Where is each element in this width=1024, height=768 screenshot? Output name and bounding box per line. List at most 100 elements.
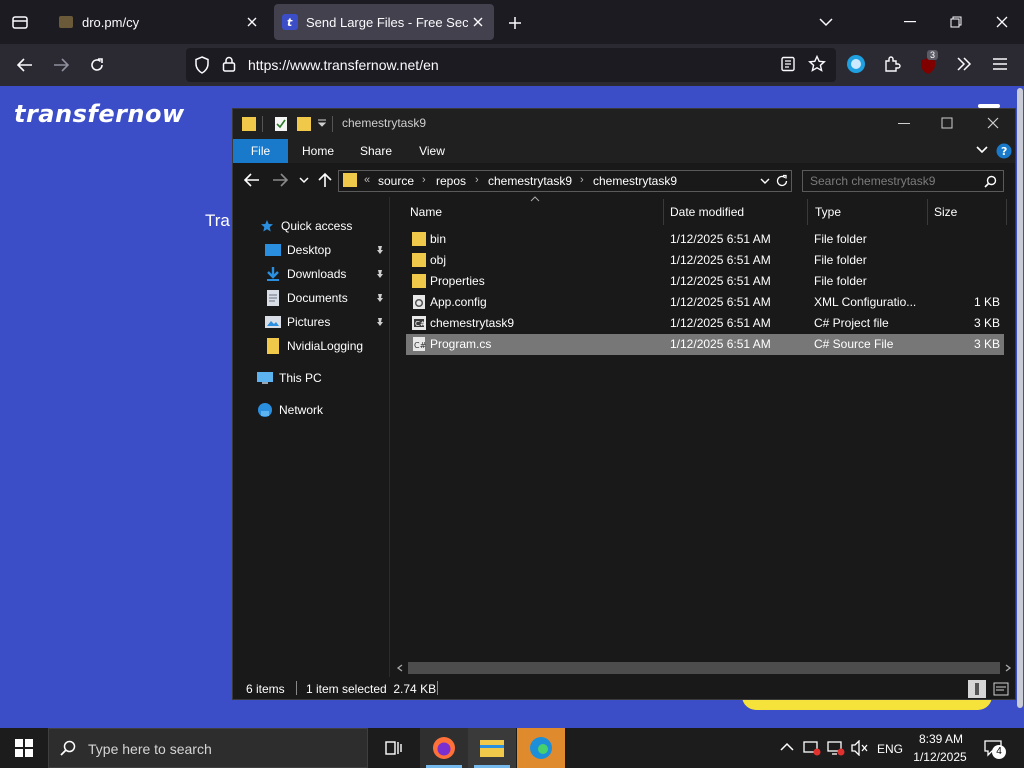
tray-overflow-chevron-icon[interactable]: [780, 742, 794, 752]
nav-desktop[interactable]: Desktop: [233, 239, 390, 261]
page-heading-fragment: Tra: [205, 211, 230, 230]
large-icons-view-button[interactable]: [993, 681, 1009, 697]
reload-button[interactable]: [84, 53, 110, 77]
breadcrumb-separator-icon[interactable]: ›: [580, 174, 584, 186]
tab-close-button[interactable]: [468, 12, 488, 32]
breadcrumb-chemestrytask9-parent[interactable]: chemestrytask9: [488, 174, 572, 188]
taskbar-edge-button[interactable]: [517, 728, 565, 768]
browser-minimize-button[interactable]: [897, 10, 923, 34]
properties-check-icon[interactable]: [274, 116, 288, 132]
back-button[interactable]: [12, 53, 38, 77]
notifications-button[interactable]: 4: [984, 739, 1006, 759]
tab-transfernow[interactable]: t Send Large Files - Free Secure File Tr…: [274, 4, 494, 40]
clock-date[interactable]: 1/12/2025: [906, 750, 974, 764]
list-all-tabs-button[interactable]: [813, 10, 839, 34]
bookmark-star-icon[interactable]: [808, 55, 826, 73]
column-divider[interactable]: [807, 199, 808, 225]
tracking-protection-icon[interactable]: [194, 56, 210, 74]
task-view-button[interactable]: [370, 728, 418, 768]
taskbar-firefox-button[interactable]: [420, 728, 468, 768]
status-divider: [296, 681, 297, 695]
scroll-right-arrow-icon[interactable]: [1004, 664, 1012, 672]
breadcrumb-source[interactable]: source: [378, 174, 414, 188]
file-row-app-config[interactable]: App.config 1/12/2025 6:51 AM XML Configu…: [406, 292, 1004, 313]
recent-locations-chevron-icon[interactable]: [299, 177, 309, 184]
column-divider[interactable]: [927, 199, 928, 225]
breadcrumb-separator-icon[interactable]: ›: [475, 174, 479, 186]
scroll-left-arrow-icon[interactable]: [396, 664, 404, 672]
documents-icon: [265, 290, 281, 306]
file-row-obj[interactable]: obj 1/12/2025 6:51 AM File folder: [406, 250, 1004, 271]
lock-icon[interactable]: [222, 56, 236, 72]
nav-this-pc[interactable]: This PC: [233, 367, 390, 389]
network-status-icon[interactable]: [827, 740, 845, 756]
column-header-date-modified[interactable]: Date modified: [670, 199, 744, 225]
page-scrollbar-thumb[interactable]: [1017, 88, 1023, 708]
reader-view-icon[interactable]: [780, 56, 796, 72]
explorer-forward-icon[interactable]: [272, 173, 288, 187]
clock-time[interactable]: 8:39 AM: [912, 732, 970, 746]
pin-icon: [377, 246, 383, 254]
nav-documents[interactable]: Documents: [233, 287, 390, 309]
explorer-minimize-icon[interactable]: [897, 117, 911, 129]
tab-list-button[interactable]: [8, 10, 32, 34]
extension-globe-icon[interactable]: [846, 54, 866, 74]
nav-downloads[interactable]: Downloads: [233, 263, 390, 285]
help-icon[interactable]: ?: [996, 143, 1012, 159]
file-row-properties[interactable]: Properties 1/12/2025 6:51 AM File folder: [406, 271, 1004, 292]
transfernow-favicon-icon: t: [282, 14, 298, 30]
hamburger-menu-icon[interactable]: [992, 57, 1008, 71]
file-date: 1/12/2025 6:51 AM: [670, 253, 771, 267]
column-divider[interactable]: [1006, 199, 1007, 225]
nav-pictures[interactable]: Pictures: [233, 311, 390, 333]
browser-close-button[interactable]: [989, 10, 1015, 34]
address-dropdown-chevron-icon[interactable]: [760, 178, 770, 185]
file-name: Properties: [430, 274, 485, 288]
column-header-size[interactable]: Size: [934, 199, 957, 225]
ribbon-tab-file[interactable]: File: [233, 139, 288, 163]
qat-dropdown-icon[interactable]: [317, 118, 327, 128]
forward-button[interactable]: [48, 53, 74, 77]
ribbon-tab-view[interactable]: View: [406, 139, 458, 163]
file-row-program-cs[interactable]: C# Program.cs 1/12/2025 6:51 AM C# Sourc…: [406, 334, 1004, 355]
details-view-button[interactable]: [968, 680, 986, 698]
column-header-name[interactable]: Name: [410, 199, 442, 225]
ribbon-tab-share[interactable]: Share: [350, 139, 402, 163]
file-row-bin[interactable]: bin 1/12/2025 6:51 AM File folder: [406, 229, 1004, 250]
sort-ascending-icon: [530, 196, 540, 202]
overflow-chevrons-icon[interactable]: [955, 56, 973, 72]
breadcrumb-chemestrytask9-current[interactable]: chemestrytask9: [593, 174, 677, 188]
new-tab-button[interactable]: [504, 12, 526, 34]
url-text[interactable]: https://www.transfernow.net/en: [248, 57, 439, 73]
action-center-device-icon[interactable]: [803, 740, 821, 756]
taskbar-file-explorer-button[interactable]: [468, 728, 516, 768]
ublock-extension-button[interactable]: 3: [918, 50, 940, 76]
extensions-puzzle-icon[interactable]: [883, 55, 901, 73]
explorer-back-icon[interactable]: [244, 173, 260, 187]
breadcrumb-repos[interactable]: repos: [436, 174, 466, 188]
refresh-icon[interactable]: [775, 174, 789, 188]
tab-close-button[interactable]: [242, 12, 262, 32]
start-button[interactable]: [0, 728, 48, 768]
explorer-close-icon[interactable]: [987, 117, 999, 129]
ribbon-tab-home[interactable]: Home: [292, 139, 344, 163]
file-row-chemestrytask9-csproj[interactable]: C# chemestrytask9 1/12/2025 6:51 AM C# P…: [406, 313, 1004, 334]
volume-muted-icon[interactable]: [851, 740, 869, 756]
search-icon[interactable]: [984, 175, 997, 188]
input-language[interactable]: ENG: [877, 742, 903, 756]
column-header-type[interactable]: Type: [815, 199, 841, 225]
tab-dro-pm[interactable]: dro.pm/cy: [50, 4, 268, 40]
transfernow-logo[interactable]: transfernow: [14, 100, 185, 128]
nav-network[interactable]: Network: [233, 399, 390, 421]
breadcrumb-overflow-icon[interactable]: «: [364, 174, 370, 186]
browser-restore-button[interactable]: [943, 10, 969, 34]
explorer-maximize-icon[interactable]: [941, 117, 953, 129]
up-arrow-icon[interactable]: [318, 172, 332, 188]
column-divider[interactable]: [663, 199, 664, 225]
nav-quick-access[interactable]: Quick access: [233, 215, 390, 237]
ribbon-expand-chevron-icon[interactable]: [976, 145, 988, 155]
horizontal-scrollbar-thumb[interactable]: [408, 662, 1000, 674]
new-folder-icon[interactable]: [297, 116, 311, 132]
breadcrumb-separator-icon[interactable]: ›: [422, 174, 426, 186]
nav-nvidialogging[interactable]: NvidiaLogging: [233, 335, 390, 357]
